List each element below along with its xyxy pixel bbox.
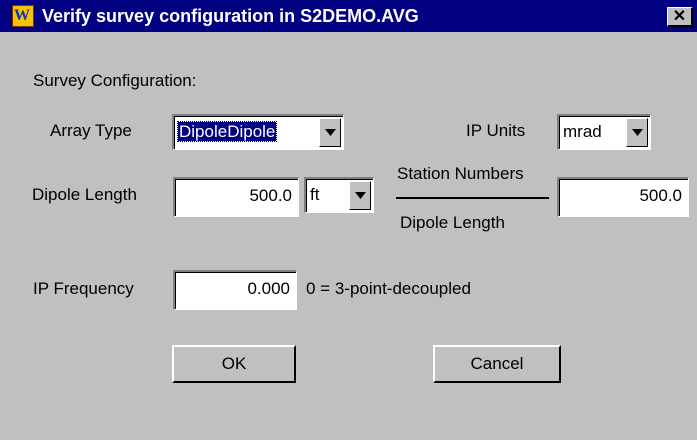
close-icon: ✕ (672, 8, 687, 25)
array-type-value: DipoleDipole (176, 121, 278, 142)
ok-button[interactable]: OK (172, 345, 296, 383)
close-button[interactable]: ✕ (667, 7, 693, 27)
array-type-label: Array Type (50, 121, 132, 140)
ip-frequency-label: IP Frequency (33, 279, 134, 298)
dipole-length-denominator-label: Dipole Length (400, 213, 505, 232)
ip-units-value: mrad (563, 122, 602, 141)
unit-dropdown-button[interactable] (349, 181, 371, 210)
dipole-length-input[interactable]: 500.0 (173, 177, 299, 217)
array-type-dropdown-button[interactable] (319, 118, 341, 147)
chevron-down-icon (632, 128, 643, 136)
chevron-down-icon (355, 191, 366, 199)
fraction-divider (396, 197, 549, 199)
chevron-down-icon (325, 128, 336, 136)
window-title: Verify survey configuration in S2DEMO.AV… (42, 6, 419, 26)
dipole-length-label: Dipole Length (32, 185, 137, 204)
ip-frequency-input[interactable]: 0.000 (173, 270, 297, 310)
cancel-button[interactable]: Cancel (433, 345, 561, 383)
section-label: Survey Configuration: (33, 71, 197, 90)
station-numbers-label: Station Numbers (397, 164, 524, 183)
ip-units-dropdown-button[interactable] (626, 118, 648, 147)
dipole-length-value: 500.0 (249, 186, 292, 205)
ip-frequency-value: 0.000 (247, 279, 290, 298)
ip-units-select[interactable]: mrad (557, 114, 651, 150)
dipole-length-unit-value: ft (310, 185, 320, 204)
title-bar[interactable]: W Verify survey configuration in S2DEMO.… (0, 0, 697, 32)
dipole-length-unit-select[interactable]: ft (304, 177, 374, 213)
station-ratio-value: 500.0 (639, 186, 682, 205)
ip-units-label: IP Units (466, 121, 526, 140)
array-type-select[interactable]: DipoleDipole (172, 114, 344, 150)
ip-frequency-hint: 0 = 3-point-decoupled (306, 279, 471, 298)
station-ratio-input[interactable]: 500.0 (557, 177, 689, 217)
app-logo-icon[interactable]: W (12, 5, 34, 27)
